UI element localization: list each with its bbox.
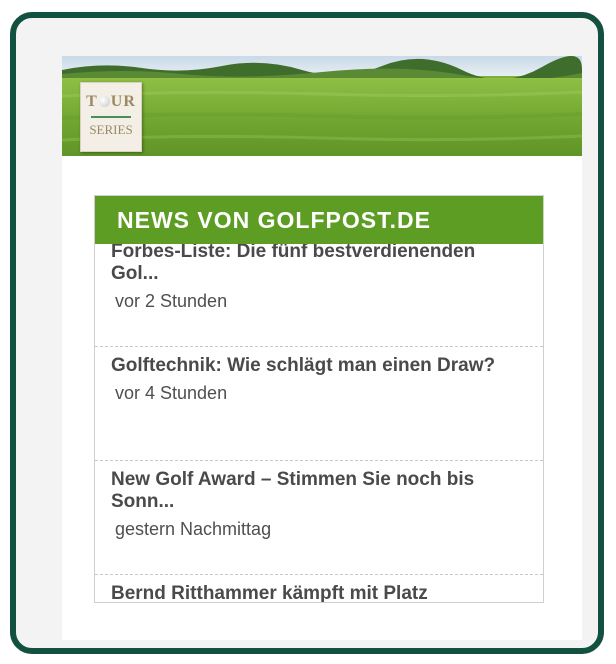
news-item[interactable]: Bernd Ritthammer kämpft mit Platz	[95, 575, 543, 602]
tour-series-banner[interactable]: T UR SERIES	[62, 56, 582, 156]
news-item-title[interactable]: Bernd Ritthammer kämpft mit Platz	[111, 575, 527, 602]
news-item-time: gestern Nachmittag	[115, 519, 272, 539]
news-item[interactable]: New Golf Award – Stimmen Sie noch bis So…	[95, 461, 543, 575]
golf-ball-icon	[98, 96, 110, 107]
news-item-time: vor 4 Stunden	[115, 383, 228, 403]
logo-series-text: SERIES	[89, 122, 133, 137]
content-panel: T UR SERIES NEWS VON GOLFPOST.DE Forbes-L…	[62, 56, 582, 640]
news-item-title[interactable]: Golftechnik: Wie schlägt man einen Draw?	[111, 347, 527, 377]
news-item-time: vor 2 Stunden	[115, 291, 228, 311]
widget-frame: T UR SERIES NEWS VON GOLFPOST.DE Forbes-L…	[10, 12, 604, 654]
news-item-title[interactable]: New Golf Award – Stimmen Sie noch bis So…	[111, 461, 527, 513]
news-widget: NEWS VON GOLFPOST.DE Forbes-Liste: Die f…	[94, 195, 544, 603]
news-widget-title[interactable]: NEWS VON GOLFPOST.DE	[95, 196, 543, 244]
logo-divider	[91, 116, 131, 118]
news-item[interactable]: Golftechnik: Wie schlägt man einen Draw?…	[95, 347, 543, 461]
news-list-scroll: Forbes-Liste: Die fünf bestverdienenden …	[95, 244, 543, 602]
news-item-title[interactable]: Forbes-Liste: Die fünf bestverdienenden …	[111, 244, 527, 285]
news-item[interactable]: Forbes-Liste: Die fünf bestverdienenden …	[95, 244, 543, 347]
logo-tour-text: T UR	[86, 93, 136, 110]
tour-series-logo: T UR SERIES	[80, 82, 142, 152]
news-list[interactable]: Forbes-Liste: Die fünf bestverdienenden …	[95, 244, 543, 602]
